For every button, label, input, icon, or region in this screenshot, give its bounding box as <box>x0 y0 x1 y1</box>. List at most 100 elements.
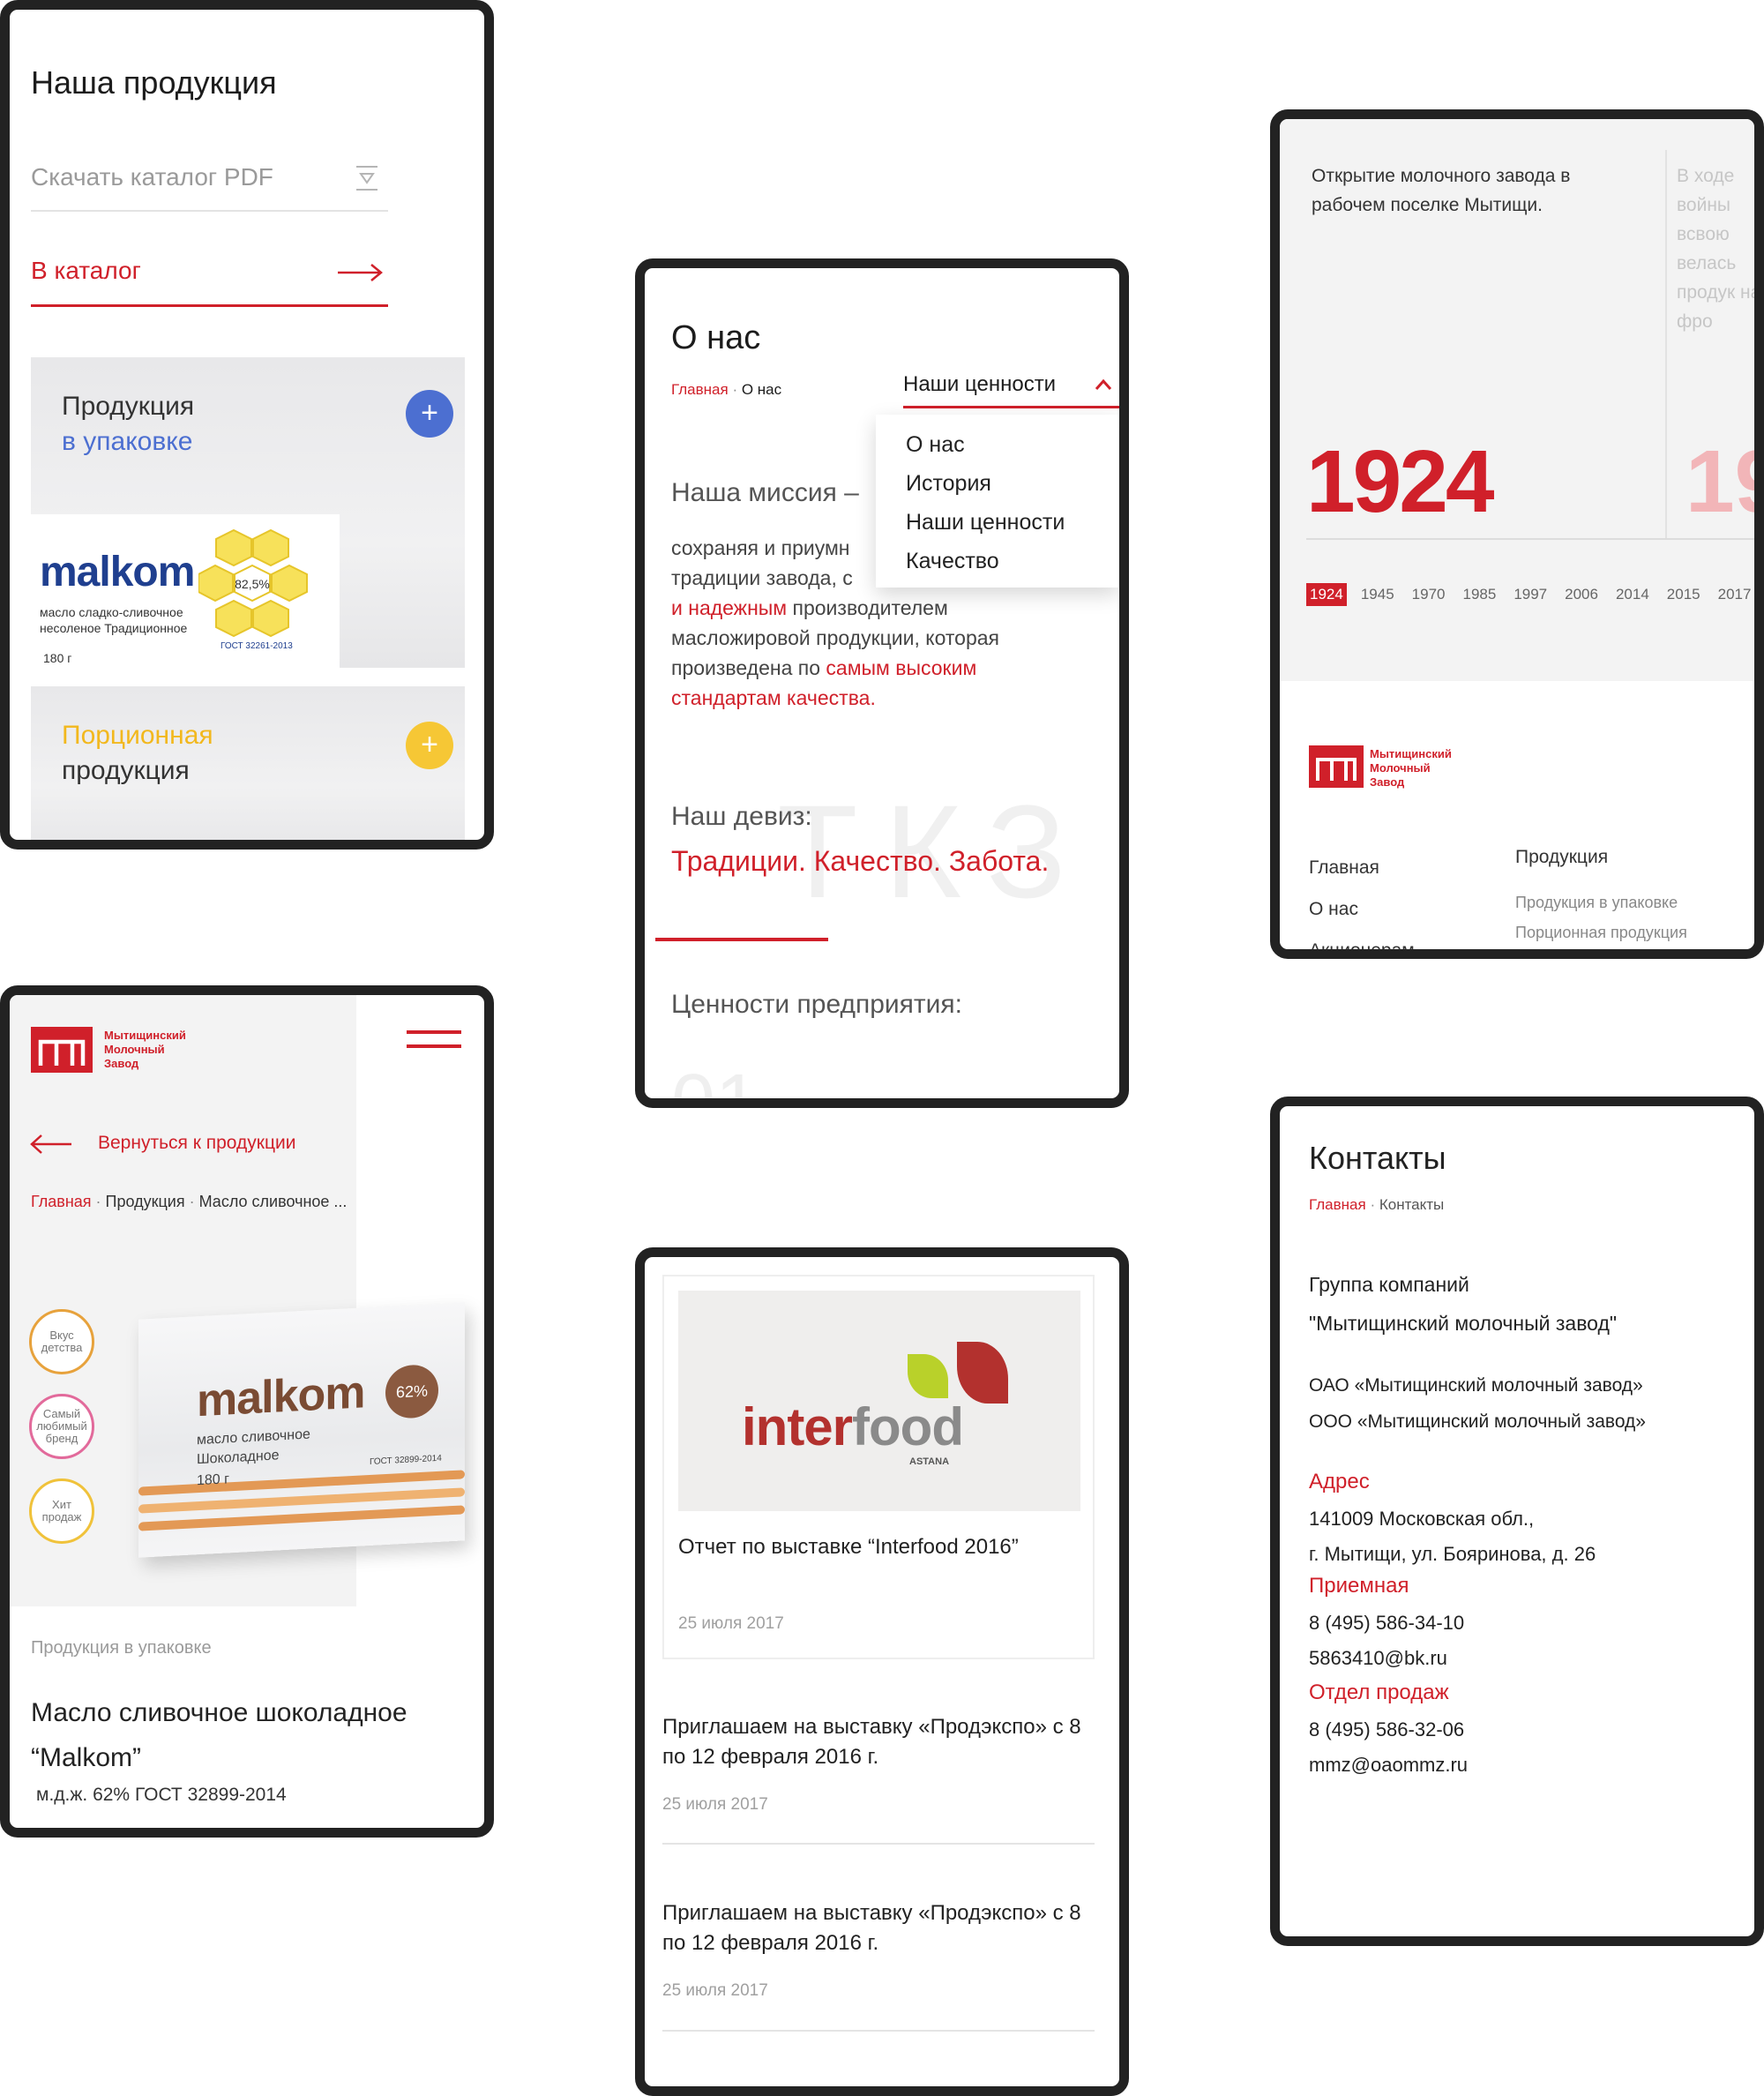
values-heading: Ценности предприятия: <box>671 990 962 1019</box>
dropdown-item-history[interactable]: История <box>906 471 991 497</box>
company-logo-icon[interactable] <box>1309 745 1364 788</box>
download-label: Скачать каталог PDF <box>31 163 273 191</box>
breadcrumb-home[interactable]: Главная <box>1309 1196 1366 1213</box>
news-title[interactable]: Приглашаем на выставку «Продэкспо» с 8 п… <box>662 1898 1095 1958</box>
footer-link-shareholders[interactable]: Акционерам <box>1309 930 1415 949</box>
card-title-line2: в упаковке <box>62 427 193 456</box>
catalog-label: В каталог <box>31 257 141 284</box>
box-brand: malkom <box>197 1366 365 1427</box>
dropdown-item-about[interactable]: О нас <box>906 432 965 458</box>
breadcrumb: Главная · Контакты <box>1309 1196 1445 1213</box>
dropdown-item-values[interactable]: Наши ценности <box>906 510 1065 535</box>
logo-line: Завод <box>1370 775 1405 789</box>
product-box-image: malkom масло сливочное Шоколадное 180 г … <box>138 1302 465 1558</box>
package-brand: malkom <box>40 549 195 595</box>
news-card[interactable]: interfood ASTANA Отчет по выставке “Inte… <box>662 1275 1095 1659</box>
interfood-logo-image: interfood ASTANA <box>678 1291 1080 1511</box>
footer-link-home[interactable]: Главная <box>1309 847 1415 888</box>
reception-phone-link[interactable]: 8 (495) 586-34-10 <box>1309 1606 1464 1641</box>
arrow-left-icon[interactable] <box>29 1133 73 1156</box>
news-date: 25 июля 2017 <box>662 1795 768 1814</box>
footer-sub-nav: Продукция в упаковке Порционная продукци… <box>1515 887 1687 947</box>
packaged-products-card[interactable]: Продукция в упаковке + malkom масло слад… <box>31 357 465 668</box>
news-date: 25 июля 2017 <box>662 1981 768 2000</box>
address-text: 141009 Московская обл., г. Мытищи, ул. Б… <box>1309 1501 1596 1572</box>
history-year: 1924 <box>1306 432 1494 531</box>
mission-line-rest: производителем <box>787 596 948 619</box>
mission-highlight: и надежным <box>671 596 788 619</box>
portion-products-card[interactable]: Порционная продукция + <box>31 686 465 840</box>
timeline-year[interactable]: 2014 <box>1612 583 1653 606</box>
timeline-year[interactable]: 1970 <box>1409 583 1449 606</box>
expand-plus-icon[interactable]: + <box>406 722 453 769</box>
reception-email-link[interactable]: 5863410@bk.ru <box>1309 1641 1464 1676</box>
news-title[interactable]: Приглашаем на выставку «Продэкспо» с 8 п… <box>662 1712 1095 1772</box>
download-catalog-link[interactable]: Скачать каталог PDF <box>31 161 388 212</box>
leaf-icon <box>908 1354 948 1398</box>
wordmark-part: food <box>852 1397 964 1456</box>
footer-link-about[interactable]: О нас <box>1309 888 1415 930</box>
sales-contacts: 8 (495) 586-32-06 mmz@oaommz.ru <box>1309 1712 1468 1783</box>
reception-contacts: 8 (495) 586-34-10 5863410@bk.ru <box>1309 1606 1464 1676</box>
phone-news: interfood ASTANA Отчет по выставке “Inte… <box>635 1247 1129 2096</box>
timeline-year[interactable]: 1945 <box>1357 583 1398 606</box>
phone-product-detail: Мытищинский Молочный Завод Вернуться к п… <box>0 985 494 1838</box>
footer-link-portion[interactable]: Порционная продукция <box>1515 917 1687 947</box>
section-select[interactable]: Наши ценности <box>903 372 1119 408</box>
timeline-year[interactable]: 1985 <box>1459 583 1499 606</box>
breadcrumb-home[interactable]: Главная <box>31 1193 92 1210</box>
breadcrumb-home[interactable]: Главная <box>671 381 729 398</box>
timeline-year[interactable]: 2015 <box>1663 583 1704 606</box>
timeline: 1924 1945 1970 1985 1997 2006 2014 2015 … <box>1306 583 1754 606</box>
logo-line: Мытищинский <box>1370 747 1452 760</box>
arrow-right-icon <box>338 264 383 281</box>
back-to-products-link[interactable]: Вернуться к продукции <box>98 1133 295 1154</box>
company-logo-icon[interactable] <box>31 1027 93 1073</box>
news-date: 25 июля 2017 <box>678 1614 784 1633</box>
to-catalog-link[interactable]: В каталог <box>31 257 388 307</box>
interfood-wordmark: interfood <box>742 1396 964 1457</box>
footer-link-packaged[interactable]: Продукция в упаковке <box>1515 887 1687 917</box>
timeline-year[interactable]: 2017 <box>1715 583 1754 606</box>
chevron-up-icon <box>1095 378 1112 390</box>
section-dropdown-menu: О нас История Наши ценности Качество <box>876 415 1118 588</box>
card-title-line2: продукция <box>62 756 190 785</box>
history-next-text: В ходе войны всвою велась продук на фро <box>1677 166 1761 332</box>
breadcrumb-products[interactable]: Продукция <box>106 1193 185 1210</box>
dropdown-item-quality[interactable]: Качество <box>906 549 999 574</box>
news-title[interactable]: Отчет по выставке “Interfood 2016” <box>678 1532 1049 1562</box>
package-description: масло сладко-сливочное несоленое Традици… <box>40 605 188 635</box>
box-fat-badge: 62% <box>385 1363 438 1420</box>
page-title: Контакты <box>1309 1140 1446 1176</box>
mission-highlight: самым высоким <box>826 656 977 679</box>
divider <box>662 1843 1095 1845</box>
breadcrumb-current: О нас <box>741 381 782 398</box>
timeline-year[interactable]: 1924 <box>1306 583 1347 606</box>
mission-heading: Наша миссия – <box>671 478 859 507</box>
sales-phone-link[interactable]: 8 (495) 586-32-06 <box>1309 1712 1468 1748</box>
breadcrumb: Главная · О нас <box>671 381 782 398</box>
logo-line: Завод <box>104 1057 139 1070</box>
phone-products: Наша продукция Скачать каталог PDF В кат… <box>0 0 494 850</box>
product-spec: м.д.ж. 62% ГОСТ 32899-2014 <box>36 1785 287 1805</box>
menu-icon[interactable] <box>407 1030 461 1059</box>
divider <box>1665 150 1667 538</box>
package-gost: ГОСТ 32261-2013 <box>220 641 293 651</box>
interfood-subtitle: ASTANA <box>909 1456 950 1467</box>
timeline-year[interactable]: 2006 <box>1561 583 1602 606</box>
logo-text: Мытищинский Молочный Завод <box>104 1029 186 1071</box>
package-weight: 180 г <box>43 651 72 665</box>
divider <box>1306 538 1754 540</box>
logo-line: Мытищинский <box>104 1029 186 1042</box>
timeline-year[interactable]: 1997 <box>1510 583 1551 606</box>
card-title: Порционная продукция <box>62 718 213 789</box>
company-group: Группа компаний "Мытищинский молочный за… <box>1309 1265 1723 1343</box>
logo-line: Молочный <box>1370 761 1431 775</box>
section-select-label: Наши ценности <box>903 372 1057 396</box>
expand-plus-icon[interactable]: + <box>406 390 453 438</box>
footer-link-products[interactable]: Продукция <box>1515 847 1608 868</box>
breadcrumb-current: Масло сливочное ... <box>198 1193 348 1210</box>
reception-heading: Приемная <box>1309 1574 1409 1598</box>
sales-email-link[interactable]: mmz@oaommz.ru <box>1309 1748 1468 1783</box>
history-next-year: 19 <box>1686 432 1754 531</box>
